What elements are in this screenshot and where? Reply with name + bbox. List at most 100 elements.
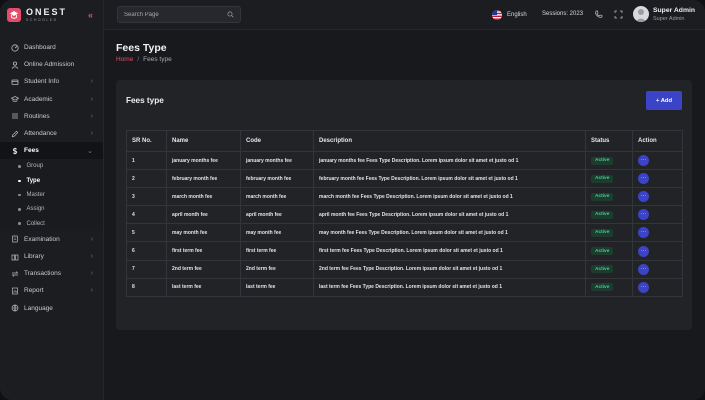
table-row: 3 march month fee march month fee march … <box>126 187 683 207</box>
user-name[interactable]: Super Admin <box>653 7 695 14</box>
breadcrumb-separator: / <box>137 56 140 63</box>
sidebar-subitem-group[interactable]: Group <box>0 159 103 173</box>
cell-sr-no: 4 <box>126 205 167 225</box>
status-badge: Active <box>591 247 614 256</box>
sidebar-item-routines[interactable]: Routines › <box>0 108 103 125</box>
column-header-code[interactable]: Code <box>240 130 314 152</box>
add-button[interactable]: + Add <box>646 91 682 110</box>
cell-code: 2nd term fee <box>240 259 314 279</box>
cell-code: last term fee <box>240 277 314 297</box>
list-icon <box>10 112 19 121</box>
cell-name: january months fee <box>166 150 241 171</box>
cell-description: 2nd term fee Fees Type Description. Lore… <box>313 259 586 279</box>
top-bar: English Sessions: 2023 Super Admin Super… <box>104 0 705 30</box>
user-role: Super Admin <box>653 16 685 22</box>
row-action-button[interactable]: ··· <box>638 209 649 221</box>
cell-description: january months fee Fees Type Description… <box>313 150 586 171</box>
table-row: 5 may month fee may month fee may month … <box>126 223 683 243</box>
sidebar: ONEST SCHOOLED « Dashboard Online Admiss… <box>0 0 104 400</box>
search-input[interactable] <box>124 11 227 18</box>
table-row: 7 2nd term fee 2nd term fee 2nd term fee… <box>126 259 683 279</box>
table-row: 4 april month fee april month fee april … <box>126 205 683 225</box>
row-action-button[interactable]: ··· <box>638 245 649 257</box>
table-row: 1 january months fee january months fee … <box>126 150 683 171</box>
sidebar-item-library[interactable]: Library › <box>0 248 103 265</box>
sidebar-subitem-assign[interactable]: Assign <box>0 202 103 216</box>
table-row: 2 february month fee february month fee … <box>126 169 683 189</box>
status-badge: Active <box>591 228 614 237</box>
cell-sr-no: 3 <box>126 187 167 207</box>
row-action-button[interactable]: ··· <box>638 263 649 275</box>
breadcrumb: Home / Fees type <box>116 56 172 63</box>
column-header-description[interactable]: Description <box>313 130 586 152</box>
status-badge: Active <box>591 283 614 292</box>
status-badge: Active <box>591 174 614 183</box>
cell-sr-no: 7 <box>126 259 167 279</box>
row-action-button[interactable]: ··· <box>638 281 649 293</box>
avatar[interactable] <box>633 6 649 22</box>
column-header-name[interactable]: Name <box>166 130 241 152</box>
table-row: 8 last term fee last term fee last term … <box>126 277 683 297</box>
sidebar-item-examination[interactable]: Examination › <box>0 231 103 248</box>
row-action-button[interactable]: ··· <box>638 173 649 185</box>
cell-name: first term fee <box>166 241 241 261</box>
table-header-row: SR No. Name Code Description Status Acti… <box>126 130 683 152</box>
sidebar-item-report[interactable]: Report › <box>0 282 103 299</box>
sidebar-item-dashboard[interactable]: Dashboard <box>0 39 103 56</box>
cell-code: may month fee <box>240 223 314 243</box>
app-window: ONEST SCHOOLED « Dashboard Online Admiss… <box>0 0 705 400</box>
chevron-right-icon: › <box>90 130 93 138</box>
sidebar-item-attendance[interactable]: Attendance › <box>0 125 103 142</box>
breadcrumb-home[interactable]: Home <box>116 56 133 63</box>
language-icon <box>10 304 19 313</box>
sidebar-subitem-master[interactable]: Master <box>0 188 103 202</box>
sidebar-subitem-collect[interactable]: Collect <box>0 217 103 231</box>
column-header-status[interactable]: Status <box>585 130 633 152</box>
collapse-sidebar-icon[interactable]: « <box>88 10 93 20</box>
cell-name: 2nd term fee <box>166 259 241 279</box>
sidebar-item-online-admission[interactable]: Online Admission <box>0 56 103 73</box>
phone-icon[interactable] <box>594 10 603 19</box>
row-action-button[interactable]: ··· <box>638 227 649 239</box>
chevron-down-icon: ⌄ <box>87 147 93 155</box>
cell-name: last term fee <box>166 277 241 297</box>
fullscreen-icon[interactable] <box>614 10 623 19</box>
graduation-cap-icon <box>10 95 19 104</box>
status-badge: Active <box>591 265 614 274</box>
language-label: English <box>507 12 527 18</box>
chevron-right-icon: › <box>90 270 93 278</box>
table-row: 6 first term fee first term fee first te… <box>126 241 683 261</box>
search-box[interactable] <box>117 6 241 23</box>
row-action-button[interactable]: ··· <box>638 155 649 167</box>
chevron-right-icon: › <box>90 95 93 103</box>
chevron-right-icon: › <box>90 112 93 120</box>
cell-name: may month fee <box>166 223 241 243</box>
cell-code: january months fee <box>240 150 314 171</box>
status-badge: Active <box>591 210 614 219</box>
sidebar-item-student-info[interactable]: Student Info › <box>0 73 103 90</box>
cell-sr-no: 2 <box>126 169 167 189</box>
row-action-button[interactable]: ··· <box>638 191 649 203</box>
sidebar-item-academic[interactable]: Academic › <box>0 91 103 108</box>
cell-code: february month fee <box>240 169 314 189</box>
sidebar-item-language[interactable]: Language <box>0 300 103 317</box>
sidebar-subitem-type[interactable]: Type <box>0 174 103 188</box>
sidebar-item-fees[interactable]: Fees ⌄ <box>0 142 103 160</box>
language-selector[interactable]: English <box>492 10 527 20</box>
column-header-sr-no[interactable]: SR No. <box>126 130 167 152</box>
chevron-right-icon: › <box>90 78 93 86</box>
cell-code: april month fee <box>240 205 314 225</box>
cell-description: last term fee Fees Type Description. Lor… <box>313 277 586 297</box>
user-avatar-icon <box>635 9 647 22</box>
fees-submenu: Group Type Master Assign Collect <box>0 159 103 231</box>
dashboard-icon <box>10 43 19 52</box>
cell-name: april month fee <box>166 205 241 225</box>
sidebar-item-transactions[interactable]: Transactions › <box>0 265 103 282</box>
us-flag-icon <box>492 10 502 20</box>
money-icon <box>10 146 19 155</box>
search-icon[interactable] <box>227 11 234 18</box>
brand-subtitle: SCHOOLED <box>26 17 58 22</box>
status-badge: Active <box>591 156 614 165</box>
chevron-right-icon: › <box>90 253 93 261</box>
session-selector[interactable]: Sessions: 2023 <box>542 11 583 17</box>
